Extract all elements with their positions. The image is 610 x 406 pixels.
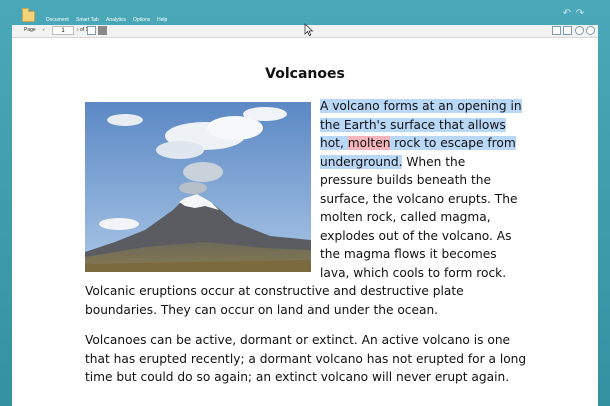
text-line: boundaries. They can occur on land and u… [85, 302, 439, 317]
menu-analytics[interactable]: Analytics [106, 17, 126, 23]
menu-smart-tab[interactable]: Smart Tab [76, 17, 99, 23]
menu-options[interactable]: Options [133, 17, 150, 23]
text-line: molten rock, called magma, [320, 210, 491, 224]
highlight-line-3-post: rock to escape from [390, 136, 516, 150]
document-page: Volcanoes A volcano forms at an opening … [12, 38, 598, 406]
prev-page-icon[interactable]: ‹ [42, 25, 45, 34]
grid-view-icon[interactable] [98, 26, 107, 35]
double-page-icon[interactable] [563, 26, 572, 35]
next-page-icon[interactable]: › [76, 25, 79, 34]
undo-icon[interactable]: ↶ [562, 9, 572, 19]
text-line: explodes out of the volcano. As [320, 228, 512, 243]
folder-icon[interactable] [22, 8, 35, 22]
menu-help[interactable]: Help [157, 17, 167, 23]
cursor-icon [304, 23, 314, 37]
document-title: Volcanoes [265, 66, 345, 82]
paragraph-1-continued: Volcanic eruptions occur at constructive… [85, 282, 464, 319]
menu-document[interactable]: Document [46, 17, 69, 23]
text-line-4-rest: When the [402, 154, 466, 169]
menu-bar: Document Smart Tab Analytics Options Hel… [0, 0, 610, 24]
highlight-line-2: the Earth's surface that allows [320, 117, 506, 132]
page-label: Page [24, 27, 36, 33]
text-line: pressure builds beneath the [320, 173, 492, 187]
text-line: time but could do so again; an extinct v… [85, 370, 510, 384]
text-line: the magma flows it becomes [320, 247, 497, 261]
highlight-word-red: molten [347, 136, 391, 150]
highlight-line-3-pre: hot, [320, 136, 348, 150]
paragraph-2: Volcanoes can be active, dormant or exti… [85, 331, 526, 387]
page-number-input[interactable]: 1 [52, 26, 74, 35]
text-line: surface, the volcano erupts. The [320, 191, 518, 206]
text-line: Volcanic eruptions occur at constructive… [85, 284, 464, 298]
highlight-line-4: underground. [320, 154, 403, 169]
page-view-icon[interactable] [87, 26, 96, 35]
wrapped-paragraph: A volcano forms at an opening in the Ear… [320, 97, 522, 282]
redo-icon[interactable]: ↷ [575, 9, 585, 19]
app-frame: Document Smart Tab Analytics Options Hel… [0, 0, 610, 406]
zoom-in-icon[interactable] [575, 26, 584, 35]
single-page-icon[interactable] [552, 26, 561, 35]
text-line: that has erupted recently; a dormant vol… [85, 351, 527, 366]
volcano-photo [85, 102, 311, 272]
zoom-out-icon[interactable] [586, 26, 595, 35]
text-line: lava, which cools to form rock. [320, 265, 507, 280]
text-line: Volcanoes can be active, dormant or exti… [85, 333, 511, 347]
highlight-line-1: A volcano forms at an opening in [320, 99, 522, 113]
toolbar: Page ‹ 1 › of 1 [12, 23, 598, 38]
